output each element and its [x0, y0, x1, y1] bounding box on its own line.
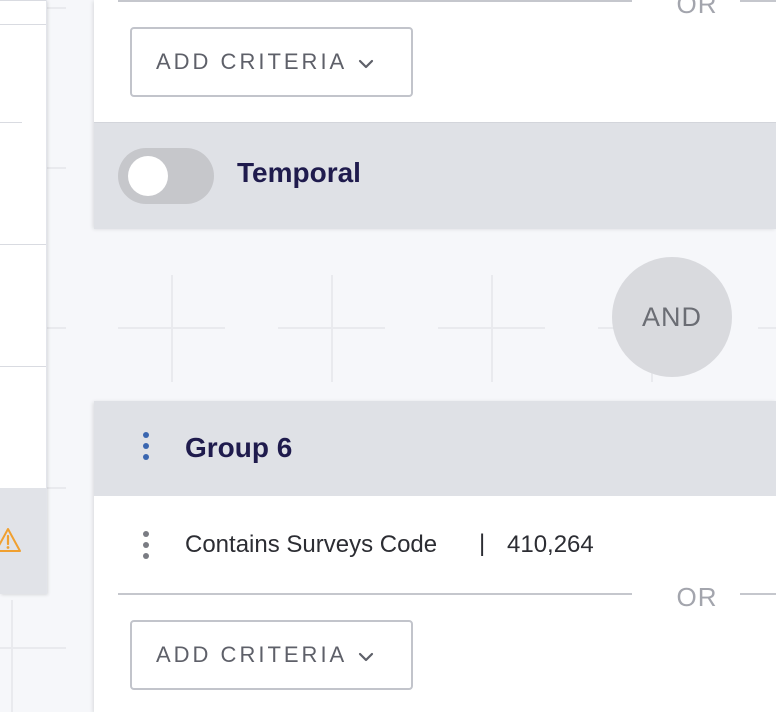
or-label: OR — [676, 0, 718, 19]
criteria-row: Contains Surveys Code | 410,264 — [94, 497, 776, 589]
temporal-label: Temporal — [237, 157, 361, 188]
or-label: OR — [676, 582, 718, 612]
warning-icon[interactable] — [0, 526, 22, 554]
divider-line — [118, 0, 632, 2]
add-criteria-button[interactable]: ADD CRITERIA — [130, 620, 413, 690]
divider — [0, 122, 22, 123]
chevron-down-icon — [359, 59, 374, 69]
divider — [0, 0, 46, 1]
left-panel — [0, 0, 47, 594]
left-panel-footer — [0, 488, 46, 594]
divider-line — [740, 593, 776, 595]
group-header: Group 6 — [94, 401, 776, 496]
or-divider: OR — [118, 0, 776, 19]
criteria-group-card: OR ADD CRITERIA Temporal — [94, 0, 776, 229]
divider — [0, 366, 46, 367]
divider-line — [740, 0, 776, 2]
and-connector[interactable]: AND — [612, 257, 732, 377]
chevron-down-icon — [359, 652, 374, 662]
add-criteria-button[interactable]: ADD CRITERIA — [130, 27, 413, 97]
divider — [0, 244, 46, 245]
divider — [0, 24, 46, 25]
criteria-separator: | — [479, 530, 486, 557]
temporal-toggle[interactable] — [118, 148, 214, 204]
criteria-label[interactable]: Contains Surveys Code — [185, 531, 437, 559]
criteria-count: 410,264 — [507, 531, 594, 558]
add-criteria-label: ADD CRITERIA — [156, 642, 348, 667]
criteria-menu-button[interactable] — [142, 531, 150, 567]
divider-line — [118, 593, 632, 595]
add-criteria-label: ADD CRITERIA — [156, 49, 348, 74]
temporal-bar: Temporal — [94, 122, 776, 229]
group-menu-button[interactable] — [142, 432, 150, 468]
group-title: Group 6 — [185, 432, 293, 463]
toggle-knob — [128, 156, 168, 196]
or-divider: OR — [118, 582, 776, 612]
group-6-card: Group 6 Contains Surveys Code | 410,264 … — [94, 401, 776, 712]
